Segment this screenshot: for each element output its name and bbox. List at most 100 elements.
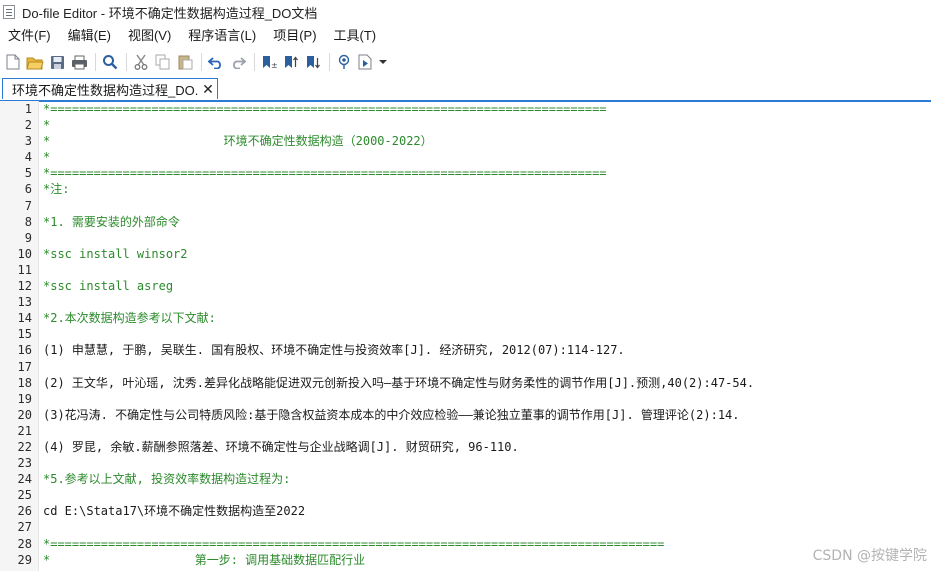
window-title: Do-file Editor - 环境不确定性数据构造过程_DO文档 bbox=[22, 5, 318, 21]
line-number: 24 bbox=[0, 471, 32, 488]
svg-text:±: ± bbox=[271, 61, 277, 70]
redo-icon[interactable] bbox=[228, 52, 248, 72]
save-icon[interactable] bbox=[47, 52, 67, 72]
line-number: 12 bbox=[0, 278, 32, 295]
code-line[interactable]: 28 *=====================================… bbox=[0, 535, 931, 552]
code-text: * bbox=[43, 118, 51, 133]
code-line[interactable]: 11 bbox=[0, 261, 931, 279]
line-number: 15 bbox=[0, 326, 32, 343]
chevron-down-icon[interactable] bbox=[378, 52, 388, 72]
code-line[interactable]: 26 cd E:\Stata17\环境不确定性数据构造至2022 bbox=[0, 503, 931, 520]
line-number: 14 bbox=[0, 310, 32, 327]
code-line[interactable]: 13 bbox=[0, 294, 931, 311]
toolbar: ± bbox=[0, 48, 931, 76]
menu-project[interactable]: 项目(P) bbox=[265, 24, 325, 48]
line-number: 9 bbox=[0, 229, 32, 246]
code-line[interactable]: 10 *ssc install winsor2 bbox=[0, 245, 931, 262]
previous-bookmark-icon[interactable] bbox=[281, 52, 301, 72]
line-number: 5 bbox=[0, 165, 32, 182]
code-text: cd E:\Stata17\环境不确定性数据构造至2022 bbox=[43, 504, 306, 519]
menu-bar: 文件(F) 编辑(E) 视图(V) 程序语言(L) 项目(P) 工具(T) bbox=[0, 24, 931, 48]
menu-tools[interactable]: 工具(T) bbox=[326, 24, 386, 48]
paste-icon[interactable] bbox=[175, 52, 195, 72]
line-number: 18 bbox=[0, 374, 32, 391]
watermark: CSDN @按键学院 bbox=[812, 548, 927, 564]
cut-icon[interactable] bbox=[131, 52, 151, 72]
line-number: 4 bbox=[0, 149, 32, 166]
toggle-bookmark-icon[interactable]: ± bbox=[259, 52, 279, 72]
line-number: 1 bbox=[0, 101, 32, 118]
find-icon[interactable] bbox=[100, 52, 120, 72]
line-number: 28 bbox=[0, 535, 32, 552]
document-tab-strip: 环境不确定性数据构造过程_DO... ✕ bbox=[0, 78, 931, 102]
code-text: (1) 申慧慧, 于鹏, 吴联生. 国有股权、环境不确定性与投资效率[J]. 经… bbox=[43, 343, 625, 358]
toolbar-separator bbox=[95, 53, 96, 71]
code-line[interactable]: 12 *ssc install asreg bbox=[0, 278, 931, 295]
line-number: 13 bbox=[0, 294, 32, 311]
toolbar-separator bbox=[254, 53, 255, 71]
menu-language[interactable]: 程序语言(L) bbox=[180, 24, 265, 48]
close-icon[interactable]: ✕ bbox=[199, 81, 217, 98]
do-file-editor-icon bbox=[3, 5, 15, 19]
code-line[interactable]: 21 bbox=[0, 422, 931, 439]
code-line[interactable]: 15 bbox=[0, 326, 931, 343]
code-line[interactable]: 9 bbox=[0, 229, 931, 246]
code-text: * 第一步: 调用基础数据匹配行业 bbox=[43, 552, 366, 567]
code-editor[interactable]: 1 *======================================… bbox=[0, 101, 931, 571]
code-text: *ssc install asreg bbox=[43, 279, 174, 294]
tab-document[interactable]: 环境不确定性数据构造过程_DO... ✕ bbox=[2, 78, 218, 99]
code-line[interactable]: 2 * bbox=[0, 117, 931, 134]
line-number: 21 bbox=[0, 422, 32, 439]
code-text: *1. 需要安装的外部命令 bbox=[43, 214, 180, 229]
menu-file[interactable]: 文件(F) bbox=[0, 24, 60, 48]
line-number: 20 bbox=[0, 406, 32, 423]
next-bookmark-icon[interactable] bbox=[303, 52, 323, 72]
line-number: 19 bbox=[0, 390, 32, 407]
menu-edit[interactable]: 编辑(E) bbox=[60, 24, 120, 48]
code-line[interactable]: 16 (1) 申慧慧, 于鹏, 吴联生. 国有股权、环境不确定性与投资效率[J].… bbox=[0, 342, 931, 359]
code-text: *注: bbox=[43, 182, 70, 197]
line-number: 6 bbox=[0, 181, 32, 198]
code-line[interactable]: 4 * bbox=[0, 149, 931, 166]
line-number: 8 bbox=[0, 213, 32, 230]
line-number: 26 bbox=[0, 503, 32, 520]
line-number: 23 bbox=[0, 455, 32, 472]
code-text: (2) 王文华, 叶沁瑶, 沈秀.差异化战略能促进双元创新投入吗—基于环境不确定… bbox=[43, 375, 755, 390]
code-line[interactable]: 3 * 环境不确定性数据构造（2000-2022） bbox=[0, 133, 931, 150]
code-line[interactable]: 5 *======================================… bbox=[0, 165, 931, 182]
copy-icon[interactable] bbox=[153, 52, 173, 72]
code-text: * 环境不确定性数据构造（2000-2022） bbox=[43, 134, 433, 149]
open-folder-icon[interactable] bbox=[25, 52, 45, 72]
code-line[interactable]: 7 bbox=[0, 197, 931, 214]
code-line[interactable]: 18 (2) 王文华, 叶沁瑶, 沈秀.差异化战略能促进双元创新投入吗—基于环境不… bbox=[0, 374, 931, 391]
execute-icon[interactable] bbox=[356, 52, 376, 72]
tab-label: 环境不确定性数据构造过程_DO... bbox=[12, 82, 199, 98]
undo-icon[interactable] bbox=[206, 52, 226, 72]
line-number: 17 bbox=[0, 358, 32, 375]
toolbar-separator bbox=[329, 53, 330, 71]
code-line[interactable]: 14 *2.本次数据构造参考以下文献: bbox=[0, 310, 931, 327]
code-line[interactable]: 1 *======================================… bbox=[0, 101, 931, 118]
print-icon[interactable] bbox=[69, 52, 89, 72]
new-file-icon[interactable] bbox=[3, 52, 23, 72]
code-line[interactable]: 25 bbox=[0, 487, 931, 504]
code-line[interactable]: 20 (3)花冯涛. 不确定性与公司特质风险:基于隐含权益资本成本的中介效应检验—… bbox=[0, 406, 931, 423]
code-line[interactable]: 6 *注: bbox=[0, 181, 931, 198]
code-text: * bbox=[43, 150, 51, 165]
code-line[interactable]: 17 bbox=[0, 358, 931, 375]
code-line[interactable]: 24 *5.参考以上文献, 投资效率数据构造过程为: bbox=[0, 471, 931, 488]
line-number: 16 bbox=[0, 342, 32, 359]
menu-view[interactable]: 视图(V) bbox=[120, 24, 180, 48]
code-line[interactable]: 19 bbox=[0, 390, 931, 407]
code-line[interactable]: 29 * 第一步: 调用基础数据匹配行业 bbox=[0, 551, 931, 568]
code-text: *ssc install winsor2 bbox=[43, 246, 188, 261]
code-line[interactable]: 22 (4) 罗昆, 余敏.薪酬参照落差、环境不确定性与企业战略调[J]. 财贸研… bbox=[0, 438, 931, 456]
code-line[interactable]: 27 bbox=[0, 519, 931, 536]
line-number: 10 bbox=[0, 245, 32, 262]
line-number: 25 bbox=[0, 487, 32, 504]
code-line[interactable]: 8 *1. 需要安装的外部命令 bbox=[0, 213, 931, 230]
code-text: *2.本次数据构造参考以下文献: bbox=[43, 311, 216, 326]
code-line[interactable]: 23 bbox=[0, 455, 931, 472]
show-file-in-viewer-icon[interactable] bbox=[334, 52, 354, 72]
line-number: 2 bbox=[0, 117, 32, 134]
